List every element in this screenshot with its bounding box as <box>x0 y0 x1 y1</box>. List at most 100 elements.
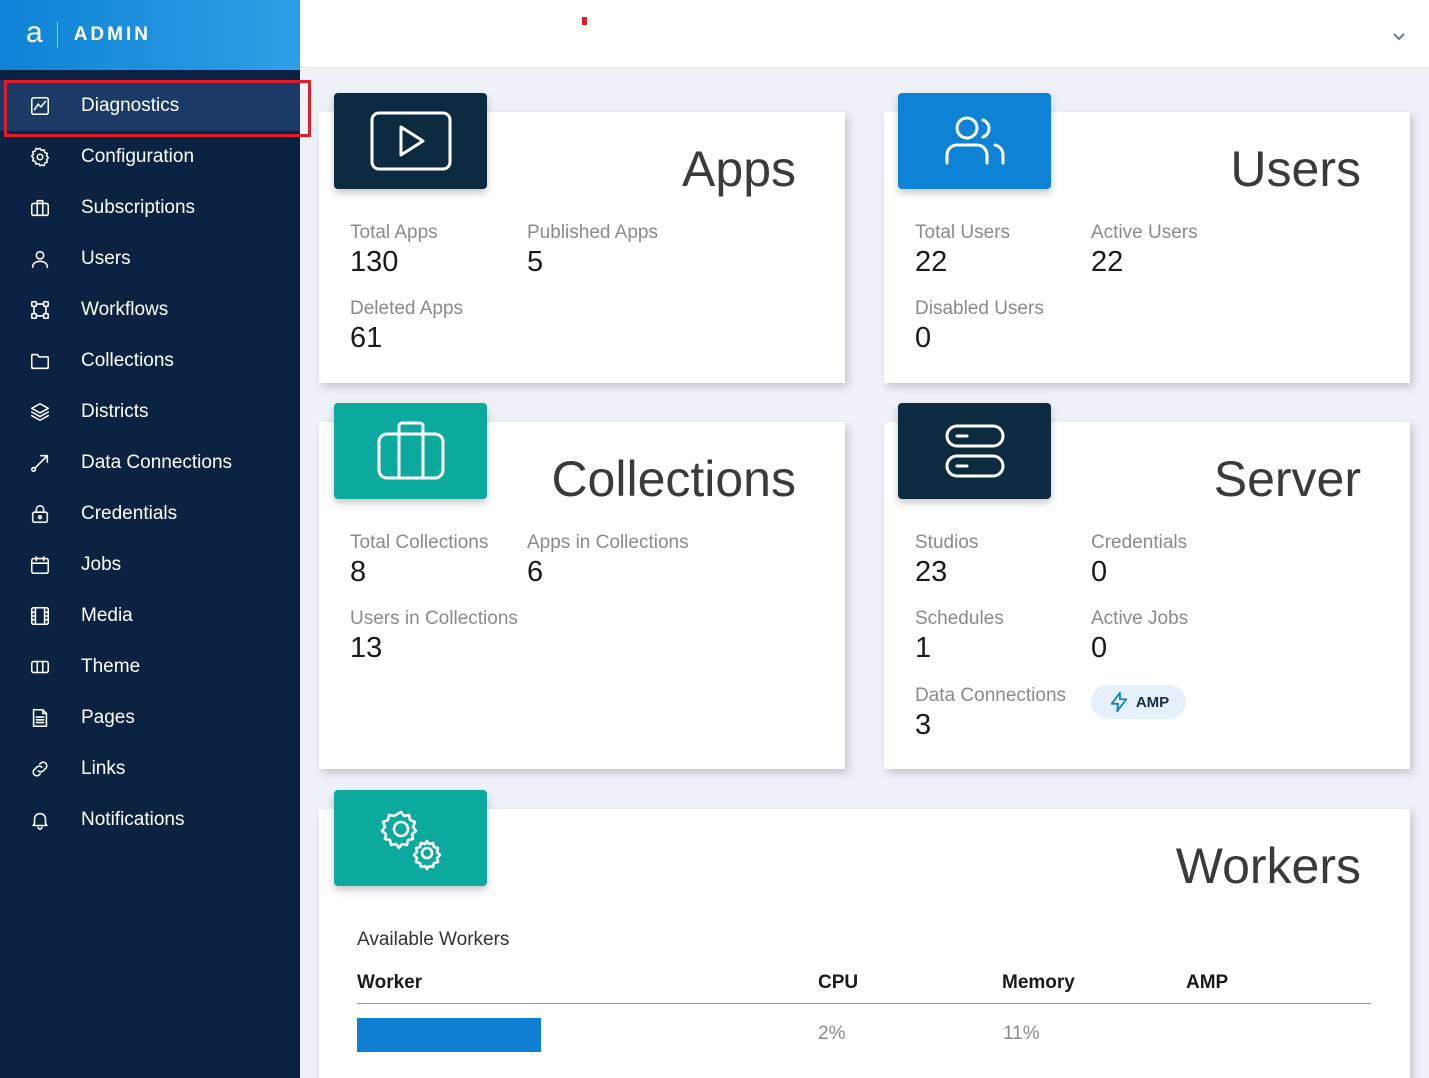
stat-total-collections: Total Collections 8 <box>350 532 488 589</box>
column-header-worker[interactable]: Worker <box>357 972 422 994</box>
stat-value: 3 <box>915 709 932 741</box>
sidebar-item-label: Pages <box>81 706 135 728</box>
stat-value: 130 <box>350 246 399 278</box>
stat-label: Apps in Collections <box>527 532 689 553</box>
column-header-amp[interactable]: AMP <box>1186 972 1228 994</box>
sidebar-item-notifications[interactable]: Notifications <box>0 794 300 845</box>
stat-value: 6 <box>527 556 544 588</box>
server-title: Server <box>1213 451 1361 507</box>
stat-value: 1 <box>915 632 932 664</box>
film-icon <box>28 604 52 628</box>
document-icon <box>28 706 52 730</box>
sidebar-item-users[interactable]: Users <box>0 233 300 284</box>
available-workers-label: Available Workers <box>357 929 510 950</box>
sidebar-item-label: Theme <box>81 655 141 677</box>
collections-card: Collections Total Collections 8 Apps in … <box>319 403 845 769</box>
workers-title: Workers <box>1175 838 1361 894</box>
sidebar-item-label: Notifications <box>81 808 185 830</box>
sidebar-item-diagnostics[interactable]: Diagnostics <box>0 80 311 137</box>
sidebar-item-districts[interactable]: Districts <box>0 386 300 437</box>
amp-badge-label: AMP <box>1135 693 1170 711</box>
workers-card: Workers Available Workers Worker CPU Mem… <box>319 790 1410 1078</box>
stat-value: 13 <box>350 632 383 664</box>
sidebar-item-links[interactable]: Links <box>0 743 300 794</box>
column-header-memory[interactable]: Memory <box>1002 972 1075 994</box>
briefcase-icon <box>334 403 487 499</box>
stat-apps-in-collections: Apps in Collections 6 <box>527 532 689 589</box>
sidebar-item-pages[interactable]: Pages <box>0 692 300 743</box>
sidebar-item-workflows[interactable]: Workflows <box>0 284 300 335</box>
sidebar-item-label: Districts <box>81 400 149 422</box>
gear-icon <box>28 145 52 169</box>
sidebar-item-label: Links <box>81 757 126 779</box>
workers-table-header: Worker CPU Memory AMP <box>357 969 1371 1004</box>
stat-total-users: Total Users 22 <box>915 222 1010 279</box>
sidebar: a ADMIN Diagnostics Configuration Subscr… <box>0 0 311 1078</box>
worker-cpu: 2% <box>818 1023 846 1044</box>
server-card: Server Studios 23 Credentials 0 Schedule… <box>884 403 1410 769</box>
stat-users-in-collections: Users in Collections 13 <box>350 608 518 665</box>
stat-value: 8 <box>350 556 367 588</box>
bell-icon <box>28 808 52 832</box>
sidebar-item-label: Diagnostics <box>81 94 180 116</box>
amp-badge[interactable]: AMP <box>1091 685 1186 719</box>
briefcase-icon <box>28 196 52 220</box>
stat-disabled-users: Disabled Users 0 <box>915 298 1044 355</box>
stat-value: 22 <box>915 246 948 278</box>
collections-title: Collections <box>551 451 796 507</box>
users-card: Users Total Users 22 Active Users 22 Dis… <box>884 93 1410 383</box>
sidebar-item-label: Subscriptions <box>81 196 196 218</box>
stat-total-apps: Total Apps 130 <box>350 222 438 279</box>
sidebar-nav: Diagnostics Configuration Subscriptions … <box>0 70 311 845</box>
sidebar-item-collections[interactable]: Collections <box>0 335 300 386</box>
calendar-icon <box>28 553 52 577</box>
top-bar <box>300 0 1429 68</box>
stat-label: Credentials <box>1091 532 1188 553</box>
workflow-icon <box>28 298 52 322</box>
layers-icon <box>28 400 52 424</box>
stat-value: 0 <box>1091 632 1108 664</box>
worker-name-bar[interactable] <box>357 1018 541 1052</box>
column-header-cpu[interactable]: CPU <box>818 972 858 994</box>
stat-label: Published Apps <box>527 222 658 243</box>
stat-studios: Studios 23 <box>915 532 978 589</box>
stat-value: 5 <box>527 246 544 278</box>
brand-header[interactable]: a ADMIN <box>0 0 300 70</box>
sidebar-item-media[interactable]: Media <box>0 590 300 641</box>
stat-label: Users in Collections <box>350 608 518 629</box>
sidebar-item-label: Credentials <box>81 502 178 524</box>
sidebar-item-credentials[interactable]: Credentials <box>0 488 300 539</box>
user-icon <box>28 247 52 271</box>
stat-label: Data Connections <box>915 685 1067 706</box>
sidebar-item-label: Media <box>81 604 133 626</box>
chart-icon <box>28 94 52 118</box>
stat-label: Active Users <box>1091 222 1198 243</box>
sidebar-item-configuration[interactable]: Configuration <box>0 131 300 182</box>
play-icon <box>334 93 487 189</box>
users-icon <box>898 93 1051 189</box>
stat-published-apps: Published Apps 5 <box>527 222 658 279</box>
stat-credentials: Credentials 0 <box>1091 532 1187 589</box>
gears-icon <box>334 790 487 886</box>
stat-label: Schedules <box>915 608 1004 629</box>
sidebar-item-label: Collections <box>81 349 174 371</box>
sidebar-item-theme[interactable]: Theme <box>0 641 300 692</box>
stat-schedules: Schedules 1 <box>915 608 1004 665</box>
stat-value: 23 <box>915 556 948 588</box>
sidebar-item-jobs[interactable]: Jobs <box>0 539 300 590</box>
folder-icon <box>28 349 52 373</box>
stat-active-users: Active Users 22 <box>1091 222 1198 279</box>
stat-value: 22 <box>1091 246 1124 278</box>
lock-icon <box>28 502 52 526</box>
apps-card: Apps Total Apps 130 Published Apps 5 Del… <box>319 93 845 383</box>
stat-label: Total Collections <box>350 532 489 553</box>
stat-label: Disabled Users <box>915 298 1044 319</box>
sidebar-item-label: Configuration <box>81 145 195 167</box>
stat-deleted-apps: Deleted Apps 61 <box>350 298 463 355</box>
red-marker <box>582 17 587 25</box>
sidebar-item-subscriptions[interactable]: Subscriptions <box>0 182 300 233</box>
stat-value: 0 <box>1091 556 1108 588</box>
chevron-down-icon[interactable] <box>1391 28 1407 44</box>
connection-icon <box>28 451 52 475</box>
sidebar-item-data-connections[interactable]: Data Connections <box>0 437 300 488</box>
